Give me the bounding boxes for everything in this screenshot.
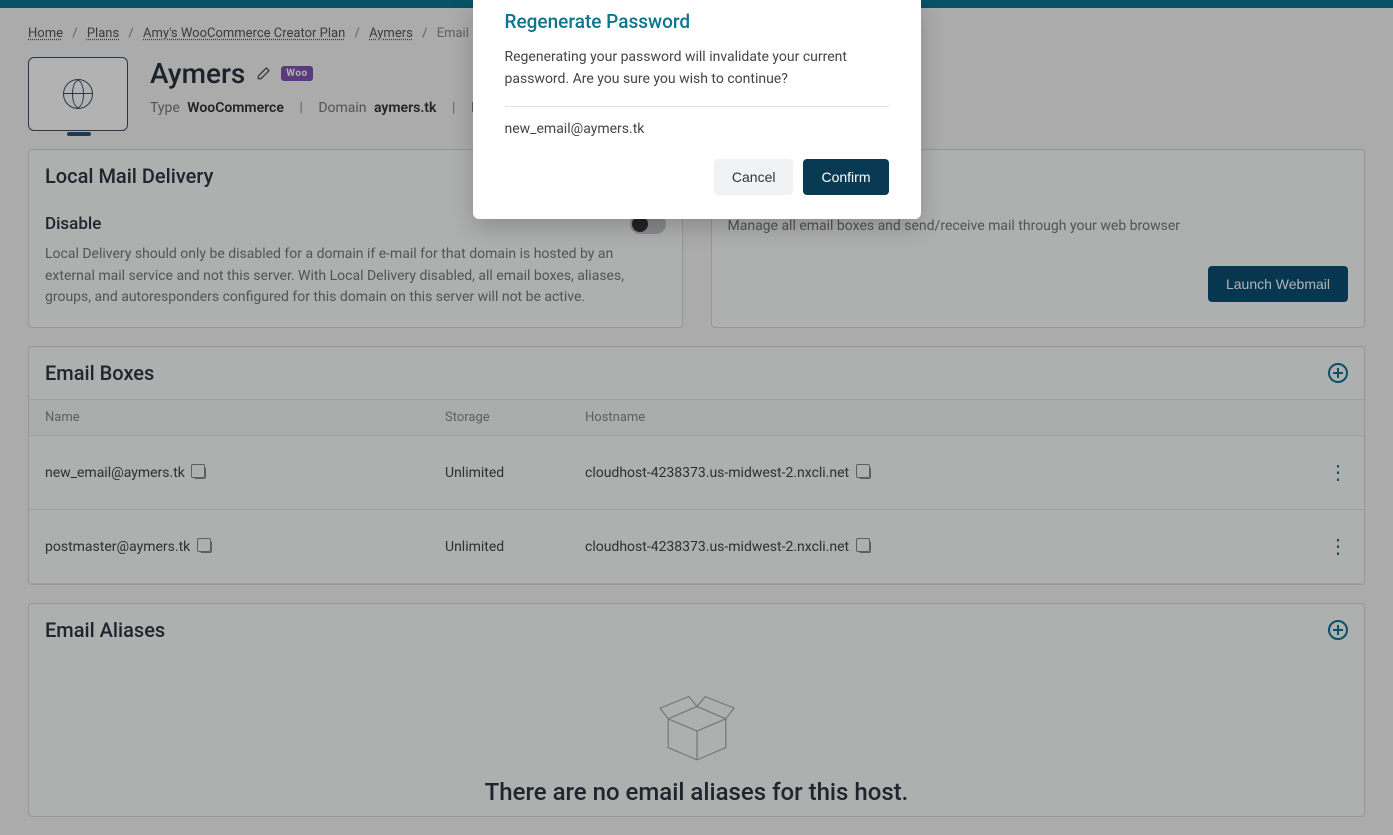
cancel-button[interactable]: Cancel [714, 159, 794, 195]
modal-divider [505, 106, 889, 107]
modal-title: Regenerate Password [505, 0, 889, 47]
confirm-button[interactable]: Confirm [803, 159, 888, 195]
modal-body-text: Regenerating your password will invalida… [505, 47, 889, 106]
regenerate-password-modal: Regenerate Password Regenerating your pa… [473, 0, 921, 219]
modal-email: new_email@aymers.tk [505, 121, 889, 159]
